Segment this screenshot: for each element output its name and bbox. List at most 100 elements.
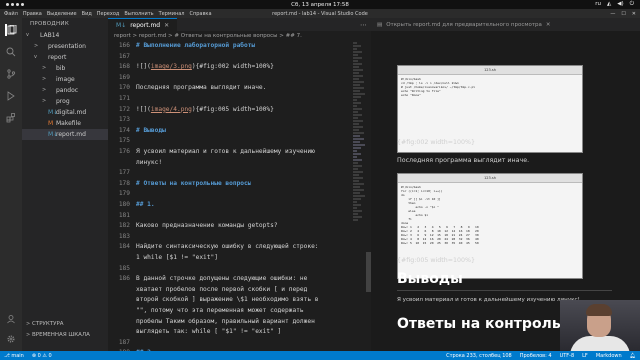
settings-gear-icon[interactable] [5, 333, 17, 345]
line-text: В данной строчке допущены следующие ошиб… [136, 275, 308, 283]
code-line[interactable]: 181 [108, 212, 356, 223]
code-line[interactable]: 169 [108, 74, 356, 85]
tree-file[interactable]: M↓ report.md [22, 129, 108, 140]
breadcrumb[interactable]: report > report.md > # Ответы на контрол… [108, 31, 371, 42]
code-line[interactable]: линукс! [108, 159, 356, 170]
line-text: Я усвоил материал и готов к дальнейшему … [136, 148, 315, 155]
chevron-icon: > [42, 65, 47, 71]
line-number: 183 [118, 232, 130, 240]
close-icon[interactable]: ✕ [632, 11, 636, 17]
extensions-icon[interactable] [5, 112, 17, 124]
line-number: 179 [118, 190, 130, 198]
line-number: 185 [118, 264, 130, 272]
file-tree: v LAB14 > presentation v report > bib > image > pan… [22, 30, 108, 140]
code-line[interactable]: 174 # Выводы [108, 127, 356, 138]
notifications-bell-icon[interactable]: 🔔︎ [630, 353, 636, 359]
timeline-section[interactable]: > ВРЕМЕННАЯ ШКАЛА [22, 330, 108, 341]
status-indentation[interactable]: Пробелов: 4 [520, 353, 552, 359]
explorer-panel: ПРОВОДНИК v LAB14 > presentation v report > bib… [22, 18, 108, 351]
menu-item[interactable]: Переход [97, 11, 120, 17]
tree-file[interactable]: M↓ digital.md [22, 107, 108, 118]
menu-item[interactable]: Вид [82, 11, 92, 17]
line-number: 175 [118, 137, 130, 145]
code-line[interactable]: 177 [108, 169, 356, 180]
status-language[interactable]: Markdown [596, 353, 622, 359]
system-clock[interactable]: Сб, 13 апреля 17:58 [0, 2, 640, 8]
code-line[interactable]: 187 [108, 339, 356, 350]
status-problems[interactable]: ⊗ 0 ⚠ 0 [32, 353, 52, 359]
tree-item-label: digital.md [56, 109, 87, 116]
line-number: 168 [118, 63, 130, 71]
account-icon[interactable] [5, 313, 17, 325]
preview-paragraph-2: Я усвоил материал и готов к дальнейшему … [397, 297, 580, 303]
code-line[interactable]: 184 Найдите синтаксическую ошибку в следу… [108, 243, 356, 254]
code-line[interactable]: 182 Каково предназначение команды getopts… [108, 222, 356, 233]
tree-folder[interactable]: > bib [22, 63, 108, 74]
line-number: 180 [118, 201, 130, 208]
code-line[interactable]: пробелы Таким образом, правильный вариан… [108, 318, 356, 329]
tree-file[interactable]: M Makefile [22, 118, 108, 129]
tree-folder[interactable]: > presentation [22, 41, 108, 52]
search-icon[interactable] [5, 46, 17, 58]
code-line[interactable]: 178 # Ответы на контрольные вопросы [108, 180, 356, 191]
code-line[interactable]: 167 [108, 53, 356, 64]
preview-icon: ▤ [377, 21, 383, 28]
tree-item-label: bib [56, 65, 66, 72]
line-number: 173 [118, 116, 130, 124]
code-line[interactable]: хватает пробелов после первой скобки [ и… [108, 286, 356, 297]
code-line[interactable]: 180 ## 1. [108, 201, 356, 212]
code-line[interactable]: 166 # Выполнение лабораторной работы [108, 42, 356, 53]
preview-tab-close-icon[interactable]: ✕ [546, 22, 551, 28]
code-area[interactable]: 166 # Выполнение лабораторной работы 167 16… [108, 42, 356, 356]
line-number: 184 [118, 243, 130, 251]
explorer-icon[interactable] [5, 24, 17, 36]
editor-more-actions-icon[interactable]: ⋯ [356, 21, 371, 29]
tab-close-icon[interactable]: ✕ [164, 22, 169, 29]
tab-report-md[interactable]: M↓ report.md ✕ [108, 18, 178, 31]
menu-item[interactable]: Терминал [159, 11, 185, 17]
code-line[interactable]: 171 [108, 95, 356, 106]
code-line[interactable]: 186 В данной строчке допущены следующие о… [108, 275, 356, 286]
outline-section[interactable]: > СТРУКТУРА [22, 319, 108, 330]
run-debug-icon[interactable] [5, 90, 17, 102]
code-line[interactable]: 172 ![](image/4.png){#fig:005 width=100%} [108, 106, 356, 117]
status-cursor-position[interactable]: Строка 233, столбец 108 [446, 353, 512, 359]
menu-item[interactable]: Справка [189, 11, 211, 17]
tree-folder[interactable]: v report [22, 52, 108, 63]
tree-folder[interactable]: v LAB14 [22, 30, 108, 41]
chevron-icon: v [26, 32, 29, 38]
line-text: # Выводы [136, 126, 166, 134]
line-number: 178 [118, 179, 130, 187]
code-line[interactable]: выглядеть так: while [ "$1" != "exit" ] [108, 328, 356, 339]
line-number: 171 [118, 95, 130, 102]
tree-folder[interactable]: > prog [22, 96, 108, 107]
code-line[interactable]: 1 while [$1 != "exit"] [108, 254, 356, 265]
menu-item[interactable]: Выделение [47, 11, 77, 17]
minimap[interactable] [353, 42, 365, 342]
menu-item[interactable]: Файл [4, 11, 18, 17]
code-line[interactable]: 170 Последняя программа выглядит иначе. [108, 84, 356, 95]
status-eol[interactable]: LF [582, 353, 588, 359]
menu-item[interactable]: Выполнить [124, 11, 153, 17]
code-line[interactable]: 176 Я усвоил материал и готов к дальнейше… [108, 148, 356, 159]
code-line[interactable]: 183 [108, 233, 356, 244]
code-line[interactable]: "", потому что эта переменная может соде… [108, 307, 356, 318]
code-line[interactable]: 168 ![](image/3.png){#fig:002 width=100%} [108, 63, 356, 74]
code-line[interactable]: 179 [108, 190, 356, 201]
code-line[interactable]: второй скобкой ] выражение \$1 необходим… [108, 296, 356, 307]
code-line[interactable]: 173 [108, 116, 356, 127]
source-control-icon[interactable] [5, 68, 17, 80]
status-encoding[interactable]: UTF-8 [560, 353, 575, 359]
tab-preview[interactable]: ▤ Открыть report.md для предварительного… [371, 18, 557, 31]
chevron-icon: > [34, 43, 39, 49]
menu-item[interactable]: Правка [23, 11, 42, 17]
status-branch[interactable]: ⎇ main [4, 353, 24, 359]
maximize-icon[interactable]: ☐ [621, 11, 625, 17]
status-bar: ⎇ main ⊗ 0 ⚠ 0 Строка 233, столбец 108 П… [0, 351, 640, 360]
code-line[interactable]: 185 [108, 265, 356, 276]
system-top-bar: Сб, 13 апреля 17:58 ru ◭ ◀) ⏻ [0, 0, 640, 9]
tree-folder[interactable]: > pandoc [22, 85, 108, 96]
minimize-icon[interactable]: — [610, 11, 615, 17]
code-line[interactable]: 175 [108, 137, 356, 148]
tree-folder[interactable]: > image [22, 74, 108, 85]
